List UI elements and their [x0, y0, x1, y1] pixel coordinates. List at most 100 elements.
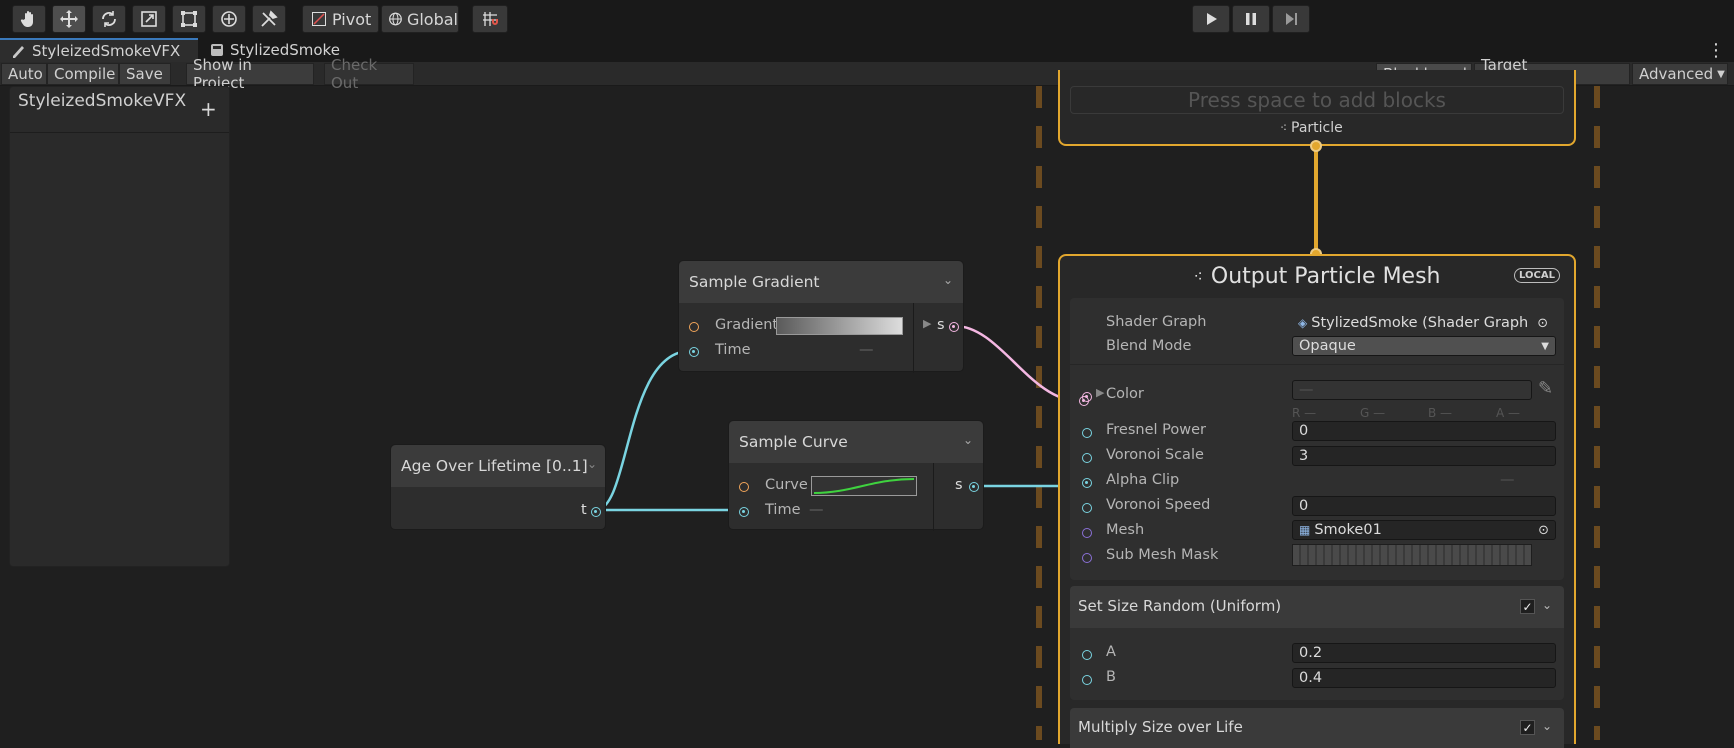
tab-styleized-smoke-vfx[interactable]: StyleizedSmokeVFX: [0, 38, 198, 62]
chevron-down-icon[interactable]: ⌄: [1542, 719, 1552, 733]
submesh-mask-field[interactable]: [1292, 544, 1532, 566]
sample-curve-node[interactable]: Sample Curve ⌄ Curve Time — s: [728, 420, 984, 531]
grid-snap-icon: [483, 12, 498, 26]
local-badge[interactable]: LOCAL: [1514, 268, 1560, 283]
alpha-clip-value[interactable]: —: [1500, 472, 1515, 488]
blend-mode-dropdown[interactable]: Opaque ▼: [1292, 336, 1556, 356]
flow-port-out[interactable]: [1310, 140, 1322, 152]
gradient-label: Gradient: [715, 317, 779, 333]
voronoi-speed-port[interactable]: [1082, 503, 1092, 513]
voronoi-scale-label: Voronoi Scale: [1106, 447, 1204, 463]
output-header[interactable]: ⁖ Output Particle Mesh: [1060, 260, 1574, 292]
b-port[interactable]: [1082, 675, 1092, 685]
custom-tool-button[interactable]: [252, 5, 286, 33]
save-button[interactable]: Save: [119, 63, 171, 85]
gradient-port[interactable]: [689, 322, 699, 332]
check-out-button[interactable]: Check Out: [324, 56, 414, 92]
rotate-icon: [102, 11, 116, 27]
node-title: Sample Gradient: [689, 273, 820, 291]
a-field[interactable]: 0.2: [1292, 643, 1556, 663]
node-header[interactable]: Sample Curve ⌄: [729, 421, 983, 463]
mesh-field[interactable]: ▦ Smoke01 ⊙: [1292, 520, 1556, 540]
expand-arrow-icon[interactable]: ▶: [923, 317, 931, 330]
pivot-toggle[interactable]: Pivot: [302, 5, 379, 33]
time-value[interactable]: —: [859, 342, 874, 358]
particle-type-label: ⁖ Particle: [1280, 120, 1343, 136]
gradient-field[interactable]: [776, 317, 903, 335]
object-picker-icon[interactable]: ⊙: [1538, 523, 1549, 538]
chevron-down-icon[interactable]: ⌄: [943, 273, 953, 287]
more-options-icon[interactable]: ⋮: [1706, 38, 1726, 62]
scale-tool-button[interactable]: [132, 5, 166, 33]
voronoi-scale-field[interactable]: 3: [1292, 446, 1556, 466]
set-size-random-block[interactable]: Set Size Random (Uniform) ✓ ⌄ A 0.2 B 0.…: [1070, 586, 1564, 700]
add-blocks-hint[interactable]: Press space to add blocks: [1070, 86, 1564, 114]
blend-mode-label: Blend Mode: [1106, 338, 1192, 354]
object-picker-icon[interactable]: ⊙: [1537, 316, 1548, 331]
output-properties-panel: Shader Graph ◈ StylizedSmoke (Shader Gra…: [1070, 298, 1564, 580]
node-header[interactable]: Sample Gradient ⌄: [679, 261, 963, 303]
grid-snap-button[interactable]: [472, 5, 508, 33]
pause-button[interactable]: [1232, 5, 1270, 33]
voronoi-scale-port[interactable]: [1082, 453, 1092, 463]
play-button[interactable]: [1192, 5, 1230, 33]
color-input-endpoint[interactable]: [1079, 396, 1089, 406]
fresnel-field[interactable]: 0: [1292, 421, 1556, 441]
rect-tool-button[interactable]: [172, 5, 206, 33]
hand-tool-button[interactable]: [12, 5, 46, 33]
mesh-port[interactable]: [1082, 528, 1092, 538]
output-s-port[interactable]: [969, 482, 979, 492]
a-port[interactable]: [1082, 650, 1092, 660]
output-title: Output Particle Mesh: [1210, 263, 1441, 289]
chevron-down-icon[interactable]: ⌄: [963, 433, 973, 447]
enable-checkbox[interactable]: ✓: [1520, 599, 1535, 614]
step-button[interactable]: [1272, 5, 1310, 33]
chevron-down-icon[interactable]: ⌄: [587, 457, 597, 471]
color-field[interactable]: —: [1292, 380, 1532, 400]
multiply-size-title: Multiply Size over Life: [1078, 718, 1243, 736]
submesh-port[interactable]: [1082, 553, 1092, 563]
globe-icon: [389, 12, 402, 26]
time-value[interactable]: —: [809, 502, 824, 518]
show-in-project-button[interactable]: Show in Project: [186, 56, 314, 92]
global-toggle[interactable]: Global: [381, 5, 459, 33]
move-tool-button[interactable]: [52, 5, 86, 33]
time-port[interactable]: [739, 507, 749, 517]
rect-icon: [181, 11, 197, 27]
step-icon: [1286, 13, 1297, 25]
enable-checkbox[interactable]: ✓: [1520, 720, 1535, 735]
output-t-port[interactable]: [591, 507, 601, 517]
fresnel-port[interactable]: [1082, 428, 1092, 438]
play-icon: [1207, 13, 1217, 25]
tab-label: StyleizedSmokeVFX: [32, 42, 181, 60]
rotate-tool-button[interactable]: [92, 5, 126, 33]
shader-graph-field[interactable]: ◈ StylizedSmoke (Shader Graph V ⊙: [1292, 312, 1556, 334]
output-s-label: s: [955, 477, 963, 493]
node-header[interactable]: Age Over Lifetime [0..1] ⌄: [391, 445, 605, 487]
sample-gradient-node[interactable]: Sample Gradient ⌄ Gradient Time — ▶ s: [678, 260, 964, 373]
compile-button[interactable]: Compile: [47, 63, 119, 85]
time-port[interactable]: [689, 347, 699, 357]
auto-button[interactable]: Auto: [1, 63, 47, 85]
eyedropper-icon[interactable]: ✎: [1538, 378, 1553, 399]
output-s-port[interactable]: [949, 322, 959, 332]
b-field[interactable]: 0.4: [1292, 668, 1556, 688]
mesh-label: Mesh: [1106, 522, 1145, 538]
advanced-dropdown[interactable]: Advanced ▼: [1632, 63, 1728, 85]
chevron-down-icon[interactable]: ⌄: [1542, 598, 1552, 612]
output-s-label: s: [937, 317, 945, 333]
fresnel-label: Fresnel Power: [1106, 422, 1206, 438]
curve-field[interactable]: [811, 476, 917, 496]
curve-port[interactable]: [739, 482, 749, 492]
update-particle-context[interactable]: Press space to add blocks ⁖ Particle: [1058, 70, 1576, 146]
transform-tool-button[interactable]: [212, 5, 246, 33]
alpha-clip-port[interactable]: [1082, 478, 1092, 488]
age-over-lifetime-node[interactable]: Age Over Lifetime [0..1] ⌄ t: [390, 444, 606, 530]
multiply-size-block[interactable]: Multiply Size over Life ✓ ⌄: [1070, 708, 1564, 748]
expand-arrow-icon[interactable]: ▶: [1096, 386, 1104, 399]
voronoi-speed-field[interactable]: 0: [1292, 496, 1556, 516]
output-particle-mesh-context[interactable]: ⁖ Output Particle Mesh LOCAL Shader Grap…: [1058, 254, 1576, 748]
color-b: B —: [1428, 406, 1453, 420]
mesh-icon: ▦: [1299, 523, 1311, 537]
chevron-down-icon: ▼: [1717, 68, 1725, 80]
